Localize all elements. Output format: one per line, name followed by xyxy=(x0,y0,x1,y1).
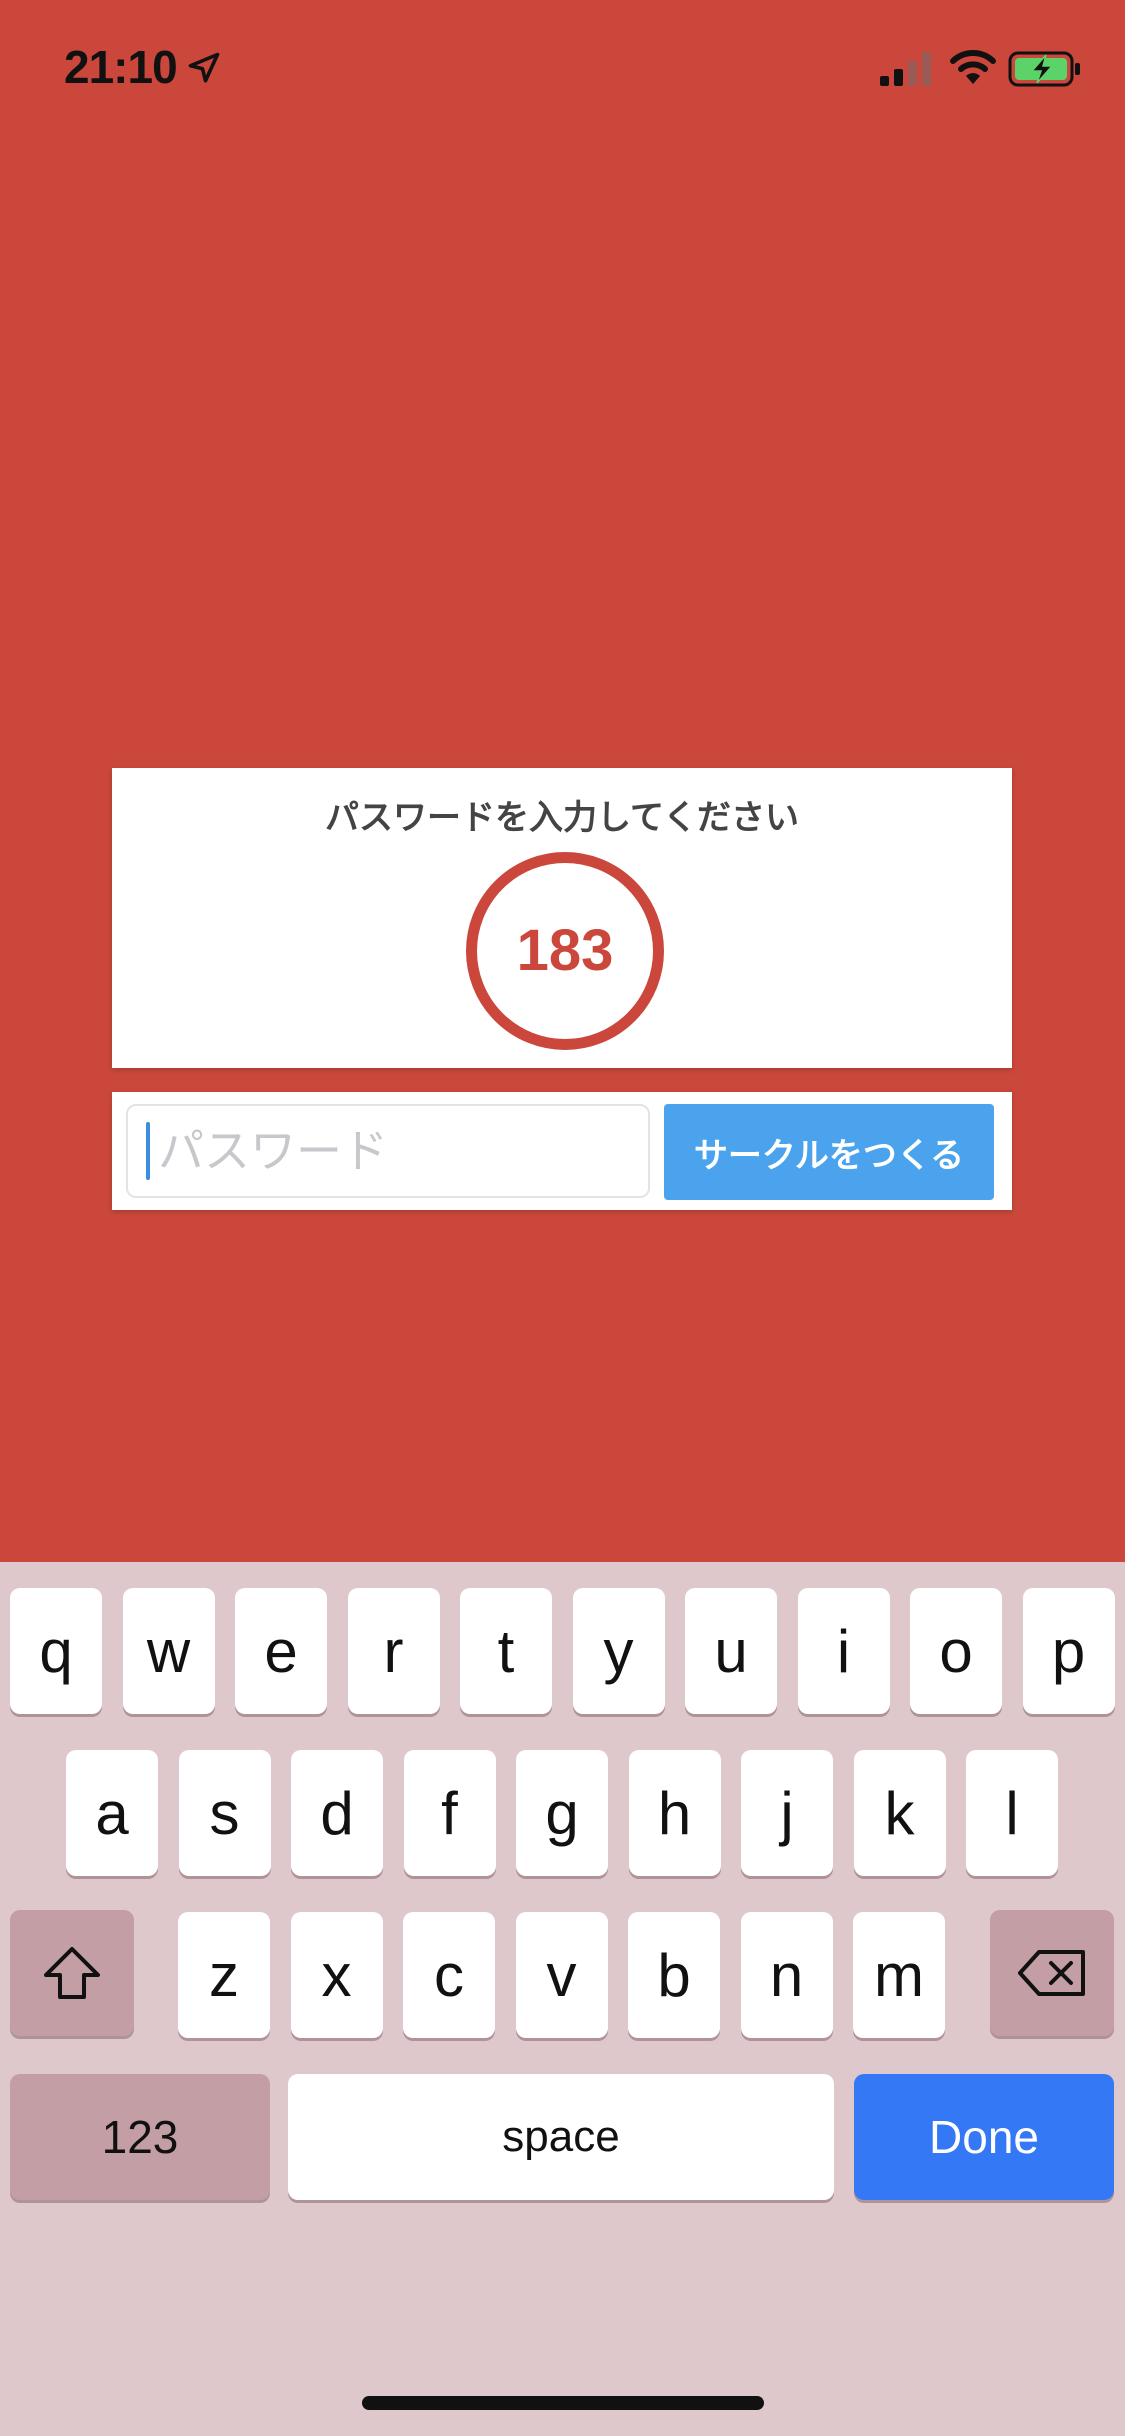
key-e[interactable]: e xyxy=(235,1588,327,1714)
key-j[interactable]: j xyxy=(741,1750,833,1876)
key-h[interactable]: h xyxy=(628,1750,721,1876)
key-l[interactable]: l xyxy=(966,1750,1058,1876)
status-time: 21:10 xyxy=(64,41,178,93)
key-n[interactable]: n xyxy=(740,1912,833,2038)
key-w[interactable]: w xyxy=(122,1588,215,1714)
key-s[interactable]: s xyxy=(178,1750,271,1876)
key-u[interactable]: u xyxy=(685,1588,777,1714)
done-key[interactable]: Done xyxy=(854,2074,1114,2200)
key-i[interactable]: i xyxy=(797,1588,890,1714)
make-circle-button[interactable]: サークルをつくる xyxy=(664,1104,994,1200)
key-p[interactable]: p xyxy=(1022,1588,1115,1714)
key-r[interactable]: r xyxy=(347,1588,440,1714)
card-title: パスワードを入力してください xyxy=(325,798,799,838)
location-arrow-icon xyxy=(188,52,220,83)
text-cursor xyxy=(146,1122,150,1180)
space-key[interactable]: space xyxy=(288,2074,834,2200)
key-g[interactable]: g xyxy=(516,1750,608,1876)
key-t[interactable]: t xyxy=(460,1588,552,1714)
key-v[interactable]: v xyxy=(515,1912,608,2038)
battery-charging-icon xyxy=(1008,51,1080,87)
wifi-icon xyxy=(950,50,996,84)
password-input[interactable] xyxy=(126,1104,650,1198)
signal-icon xyxy=(880,52,931,86)
key-c[interactable]: c xyxy=(403,1912,495,2038)
password-card: パスワードを入力してください 183 xyxy=(112,768,1012,1068)
shift-icon xyxy=(44,1947,100,1999)
key-f[interactable]: f xyxy=(403,1750,496,1876)
key-q[interactable]: q xyxy=(10,1588,102,1714)
key-x[interactable]: x xyxy=(290,1912,383,2038)
key-o[interactable]: o xyxy=(910,1588,1002,1714)
key-m[interactable]: m xyxy=(853,1912,945,2038)
password-form: サークルをつくる xyxy=(112,1092,1012,1210)
key-z[interactable]: z xyxy=(178,1912,270,2038)
status-bar: 21:10 xyxy=(0,0,1125,140)
delete-key[interactable] xyxy=(990,1910,1114,2036)
count-value: 183 xyxy=(516,918,614,983)
key-y[interactable]: y xyxy=(572,1588,665,1714)
delete-icon xyxy=(1018,1950,1085,1996)
shift-key[interactable] xyxy=(10,1910,134,2036)
key-d[interactable]: d xyxy=(291,1750,383,1876)
home-indicator xyxy=(362,2396,764,2410)
key-b[interactable]: b xyxy=(628,1912,720,2038)
numbers-key[interactable]: 123 xyxy=(10,2074,270,2200)
key-k[interactable]: k xyxy=(853,1750,946,1876)
keyboard: qwertyuiop asdfghjkl zxcvbnm 123 space D… xyxy=(0,1562,1125,2436)
key-a[interactable]: a xyxy=(66,1750,158,1876)
